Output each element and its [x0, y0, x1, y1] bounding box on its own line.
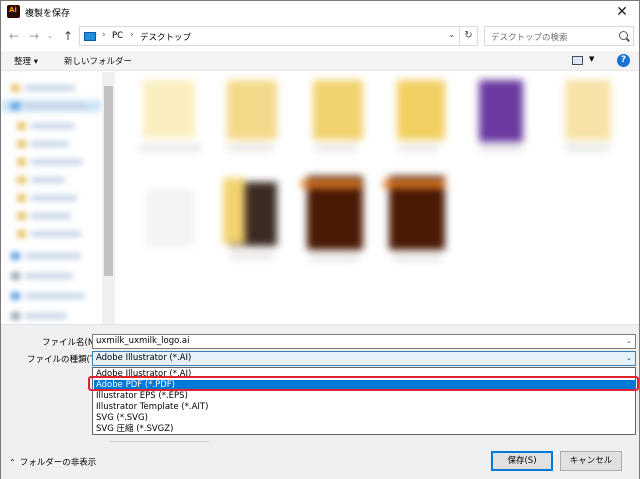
back-arrow-icon[interactable]: ← [7, 29, 21, 43]
file-type-label: ファイルの種類(T): [27, 355, 102, 365]
drive-icon [11, 312, 20, 320]
folder-icon [565, 80, 611, 140]
folder-icon [143, 80, 195, 138]
folder-icon [397, 80, 445, 140]
file-type-option[interactable]: SVG (*.SVG) [94, 413, 635, 424]
view-options-icon[interactable] [572, 56, 583, 65]
hide-folders-toggle[interactable]: ⌃ フォルダーの非表示 [9, 456, 96, 468]
save-dialog: Ai 複製を保存 ✕ ← → ⌄ ↑ › PC › デスクトップ ⌄ ↻ デスク… [0, 0, 640, 479]
filename-value: uxmilk_uxmilk_logo.ai [96, 336, 190, 346]
recent-locations-chevron-icon[interactable]: ⌄ [43, 29, 57, 43]
file-list-area[interactable] [117, 72, 639, 324]
search-placeholder: デスクトップの検索 [491, 33, 568, 43]
address-dropdown-icon[interactable]: ⌄ [448, 30, 455, 39]
address-bar[interactable]: › PC › デスクトップ ⌄ ↻ [79, 26, 478, 46]
folder-icon [313, 80, 363, 140]
save-button[interactable]: 保存(S) [491, 451, 553, 471]
chevron-down-icon[interactable]: ⌄ [626, 354, 632, 362]
file-type-option[interactable]: SVG 圧縮 (*.SVGZ) [94, 424, 635, 435]
illustrator-app-icon: Ai [7, 5, 20, 18]
chevron-up-icon: ⌃ [9, 458, 16, 467]
folder-icon [11, 102, 20, 110]
organize-button[interactable]: 整理 ▾ [14, 55, 38, 67]
folder-icon [17, 158, 26, 166]
search-icon [619, 31, 628, 40]
refresh-icon[interactable]: ↻ [459, 27, 477, 45]
up-arrow-icon[interactable]: ↑ [61, 29, 75, 43]
file-thumbnail [479, 80, 523, 142]
drive-icon [11, 292, 20, 300]
help-icon[interactable]: ? [617, 54, 630, 67]
filename-field[interactable]: uxmilk_uxmilk_logo.ai ⌄ [92, 334, 636, 349]
folder-icon [17, 212, 26, 220]
nav-scrollbar-thumb[interactable] [104, 86, 113, 276]
view-dropdown-icon[interactable]: ▼ [589, 55, 594, 63]
file-type-value: Adobe Illustrator (*.AI) [96, 353, 192, 363]
breadcrumb-desktop[interactable]: デスクトップ [140, 31, 191, 43]
folder-icon [17, 140, 26, 148]
close-icon[interactable]: ✕ [605, 1, 639, 23]
file-type-select[interactable]: Adobe Illustrator (*.AI) ⌄ [92, 351, 636, 366]
command-bar: 整理 ▾ 新しいフォルダー ▼ ? [1, 51, 639, 71]
forward-arrow-icon[interactable]: → [27, 29, 41, 43]
cancel-button[interactable]: キャンセル [560, 451, 622, 471]
folder-icon [17, 122, 26, 130]
annotation-highlight-box [88, 376, 639, 391]
breadcrumb-separator-icon[interactable]: › [102, 30, 106, 40]
hide-folders-label: フォルダーの非表示 [19, 458, 97, 468]
folder-icon [17, 194, 26, 202]
folder-icon [11, 84, 20, 92]
folder-icon [227, 80, 277, 140]
chevron-down-icon[interactable]: ⌄ [626, 337, 632, 345]
computer-icon [84, 32, 96, 41]
folder-icon [17, 230, 26, 238]
metadata-divider [109, 441, 209, 442]
drive-icon [11, 272, 20, 280]
new-folder-button[interactable]: 新しいフォルダー [64, 55, 132, 67]
search-input[interactable]: デスクトップの検索 [484, 26, 634, 46]
window-title: 複製を保存 [25, 9, 71, 19]
file-type-option[interactable]: Illustrator Template (*.AIT) [94, 402, 635, 413]
breadcrumb-pc[interactable]: PC [112, 31, 123, 41]
navigation-tree-blurred [1, 72, 101, 324]
title-bar: Ai 複製を保存 ✕ [1, 1, 639, 23]
breadcrumb-separator-icon[interactable]: › [130, 30, 134, 40]
navigation-pane[interactable] [1, 72, 116, 324]
drive-icon [11, 252, 20, 260]
file-thumbnails-blurred [117, 72, 639, 324]
file-type-option[interactable]: Illustrator EPS (*.EPS) [94, 391, 635, 402]
folder-icon [17, 176, 26, 184]
file-thumbnail [147, 190, 193, 246]
